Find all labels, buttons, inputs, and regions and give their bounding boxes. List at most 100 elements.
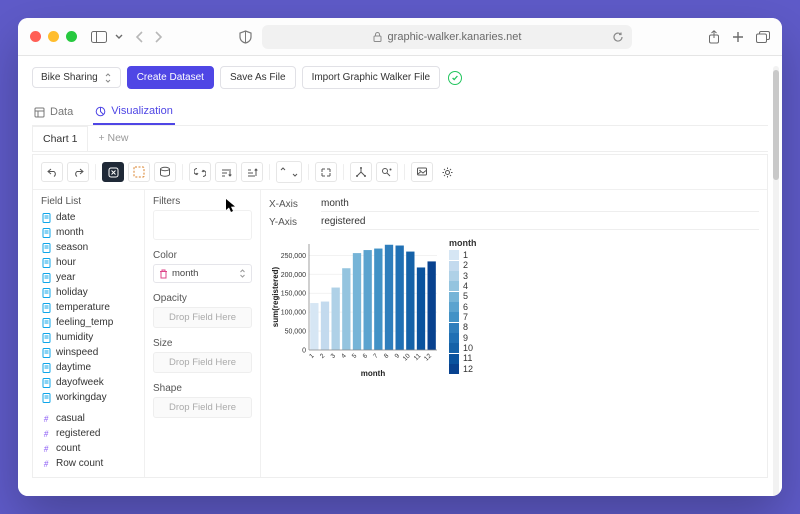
field-item-humidity[interactable]: humidity: [41, 330, 136, 345]
svg-text:1: 1: [308, 352, 316, 360]
sidebar-toggle-icon[interactable]: [91, 31, 107, 43]
field-item-season[interactable]: season: [41, 240, 136, 255]
svg-text:month: month: [361, 369, 386, 378]
chevron-updown-icon: [104, 73, 112, 83]
dimension-icon: [41, 258, 51, 268]
tab-overview-icon[interactable]: [756, 31, 770, 43]
chevron-updown-icon: [239, 269, 246, 278]
chart-icon: [95, 106, 106, 117]
dataset-selector[interactable]: Bike Sharing: [32, 67, 121, 88]
save-as-file-button[interactable]: Save As File: [220, 66, 296, 89]
svg-text:3: 3: [330, 352, 338, 360]
new-tab-icon[interactable]: [732, 31, 744, 43]
dimension-icon: [41, 213, 51, 223]
config-icon[interactable]: [437, 162, 457, 182]
legend-item-9: 9: [449, 333, 477, 343]
opacity-drop-zone[interactable]: Drop Field Here: [153, 307, 252, 328]
legend-item-5: 5: [449, 291, 477, 301]
svg-text:10: 10: [402, 352, 412, 362]
measure-icon: #: [41, 459, 51, 469]
legend-item-10: 10: [449, 343, 477, 353]
field-item-daytime[interactable]: daytime: [41, 360, 136, 375]
legend-item-8: 8: [449, 322, 477, 332]
y-axis-field[interactable]: registered: [321, 214, 759, 230]
dimension-icon: [41, 363, 51, 373]
field-item-count[interactable]: #count: [41, 441, 136, 456]
measure-icon: #: [41, 414, 51, 424]
close-window-button[interactable]: [30, 31, 41, 42]
dimension-icon: [41, 243, 51, 253]
minimize-window-button[interactable]: [48, 31, 59, 42]
field-item-dayofweek[interactable]: dayofweek: [41, 375, 136, 390]
field-item-registered[interactable]: #registered: [41, 426, 136, 441]
forward-button[interactable]: [153, 31, 163, 43]
privacy-shield-icon[interactable]: [239, 30, 252, 44]
export-icon[interactable]: [411, 162, 433, 182]
zoom-window-button[interactable]: [66, 31, 77, 42]
address-bar[interactable]: graphic-walker.kanaries.net: [262, 25, 632, 49]
filters-label: Filters: [153, 196, 252, 207]
chart-tab-1[interactable]: Chart 1: [32, 126, 88, 151]
shape-drop-zone[interactable]: Drop Field Here: [153, 397, 252, 418]
field-item-winspeed[interactable]: winspeed: [41, 345, 136, 360]
svg-text:12: 12: [423, 352, 433, 362]
size-drop-zone[interactable]: Drop Field Here: [153, 352, 252, 373]
import-file-button[interactable]: Import Graphic Walker File: [302, 66, 441, 89]
tab-visualization[interactable]: Visualization: [93, 99, 175, 125]
sort-desc-icon[interactable]: [241, 162, 263, 182]
field-item-hour[interactable]: hour: [41, 255, 136, 270]
svg-text:7: 7: [372, 352, 380, 360]
coord-system-icon[interactable]: [350, 162, 372, 182]
undo-icon[interactable]: [41, 162, 63, 182]
svg-text:sum(registered): sum(registered): [271, 266, 280, 327]
field-item-Row-count[interactable]: #Row count: [41, 456, 136, 471]
transpose-icon[interactable]: [189, 162, 211, 182]
legend-item-12: 12: [449, 364, 477, 374]
field-item-feeling_temp[interactable]: feeling_temp: [41, 315, 136, 330]
page-scrollbar[interactable]: [773, 66, 779, 496]
debug-icon[interactable]: [376, 162, 398, 182]
layout-mode-icon[interactable]: [315, 162, 337, 182]
shape-label: Shape: [153, 383, 252, 394]
remove-color-field-icon[interactable]: [159, 269, 168, 279]
legend-item-1: 1: [449, 250, 477, 260]
chart-canvas: 050,000100,000150,000200,000250,00012345…: [269, 238, 439, 378]
dimension-icon: [41, 273, 51, 283]
color-label: Color: [153, 250, 252, 261]
redo-icon[interactable]: [67, 162, 89, 182]
chevron-down-icon[interactable]: [115, 33, 123, 41]
reload-icon[interactable]: [612, 31, 624, 43]
page-content: Bike Sharing Create Dataset Save As File…: [18, 56, 782, 496]
svg-text:150,000: 150,000: [281, 291, 306, 298]
svg-text:200,000: 200,000: [281, 272, 306, 279]
field-item-date[interactable]: date: [41, 210, 136, 225]
field-item-holiday[interactable]: holiday: [41, 285, 136, 300]
dimension-icon: [41, 393, 51, 403]
x-axis-field[interactable]: month: [321, 196, 759, 212]
tab-data[interactable]: Data: [32, 99, 75, 125]
mark-type-icon[interactable]: [128, 162, 150, 182]
dimension-icon: [41, 378, 51, 388]
svg-text:2: 2: [319, 352, 327, 360]
field-item-casual[interactable]: #casual: [41, 411, 136, 426]
chart-tab-new[interactable]: + New: [88, 126, 138, 151]
create-dataset-button[interactable]: Create Dataset: [127, 66, 214, 89]
field-list-title: Field List: [41, 196, 136, 207]
svg-text:250,000: 250,000: [281, 253, 306, 260]
filters-drop-zone[interactable]: [153, 210, 252, 240]
field-item-year[interactable]: year: [41, 270, 136, 285]
aggregate-toggle[interactable]: [102, 162, 124, 182]
measure-icon: #: [41, 444, 51, 454]
field-item-month[interactable]: month: [41, 225, 136, 240]
share-icon[interactable]: [708, 30, 720, 44]
color-field-pill[interactable]: month: [153, 264, 252, 283]
back-button[interactable]: [135, 31, 145, 43]
legend-title: month: [449, 238, 477, 248]
field-item-temperature[interactable]: temperature: [41, 300, 136, 315]
svg-text:0: 0: [302, 348, 306, 355]
axis-scale-group[interactable]: [276, 161, 302, 183]
dimension-icon: [41, 228, 51, 238]
stack-mode-icon[interactable]: [154, 162, 176, 182]
sort-asc-icon[interactable]: [215, 162, 237, 182]
field-item-workingday[interactable]: workingday: [41, 390, 136, 405]
